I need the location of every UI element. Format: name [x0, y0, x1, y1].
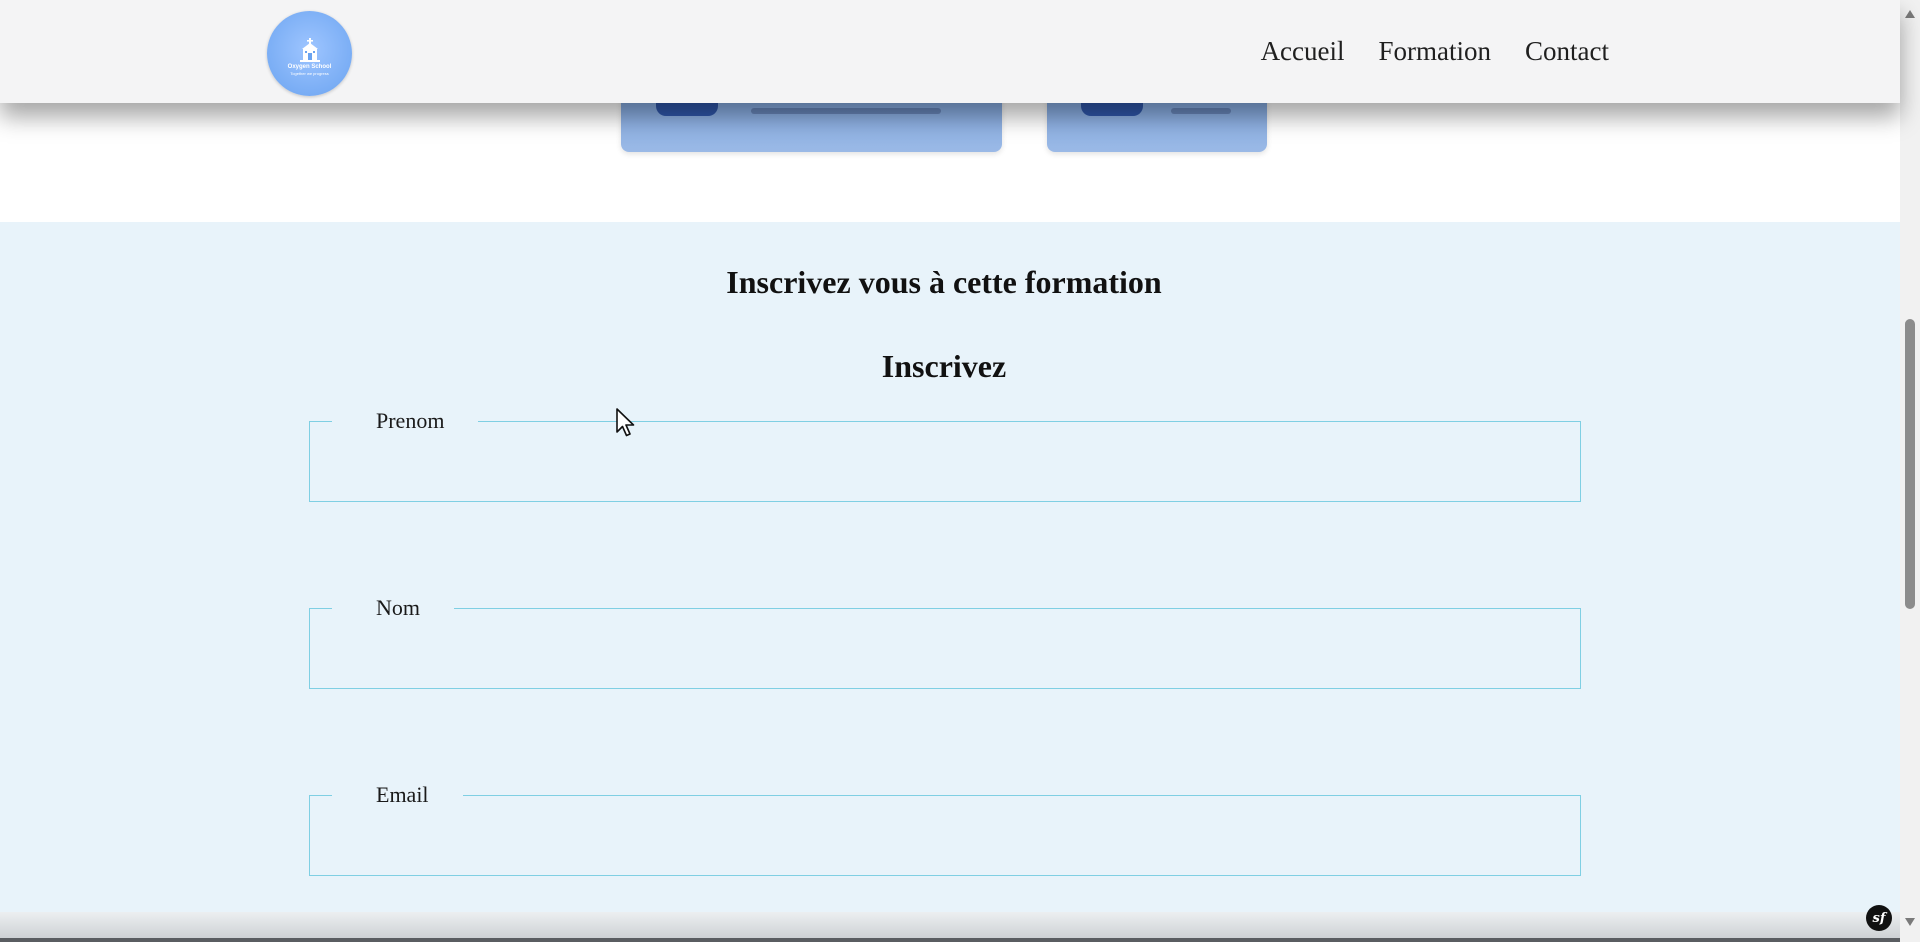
nom-fieldset: Nom [309, 595, 1581, 693]
site-logo[interactable]: Oxygen School Together we progress [267, 11, 352, 96]
email-input[interactable] [320, 838, 1564, 880]
symfony-toolbar-badge[interactable]: sf [1866, 905, 1892, 931]
prenom-fieldset: Prenom [309, 408, 1581, 506]
prenom-input[interactable] [320, 464, 1564, 506]
nav-link-contact[interactable]: Contact [1525, 36, 1609, 67]
logo-tagline: Together we progress [290, 70, 329, 76]
vertical-scrollbar[interactable] [1900, 0, 1920, 942]
email-fieldset: Email [309, 782, 1581, 880]
arrow-up-icon[interactable] [1905, 10, 1915, 18]
prenom-label: Prenom [376, 408, 445, 433]
mouse-pointer-icon [616, 408, 635, 437]
card-text-fragment [751, 108, 941, 114]
nav-link-accueil[interactable]: Accueil [1261, 36, 1345, 67]
form-title: Inscrivez vous à cette formation [726, 264, 1162, 300]
card-text-fragment [1171, 108, 1231, 114]
window-bottom-border [0, 938, 1920, 942]
nom-label: Nom [376, 595, 420, 620]
school-building-icon [299, 37, 320, 62]
arrow-down-icon[interactable] [1905, 918, 1915, 926]
email-label: Email [376, 782, 429, 807]
logo-name: Oxygen School [287, 63, 332, 70]
registration-section: Inscrivez vous à cette formation Inscriv… [0, 222, 1900, 912]
nom-input[interactable] [320, 651, 1564, 693]
form-subtitle: Inscrivez [881, 348, 1007, 384]
scrollbar-thumb[interactable] [1905, 319, 1915, 609]
site-header: Oxygen School Together we progress Accue… [0, 0, 1900, 103]
main-nav: Accueil Formation Contact [1261, 36, 1609, 67]
nav-link-formation[interactable]: Formation [1379, 36, 1492, 67]
